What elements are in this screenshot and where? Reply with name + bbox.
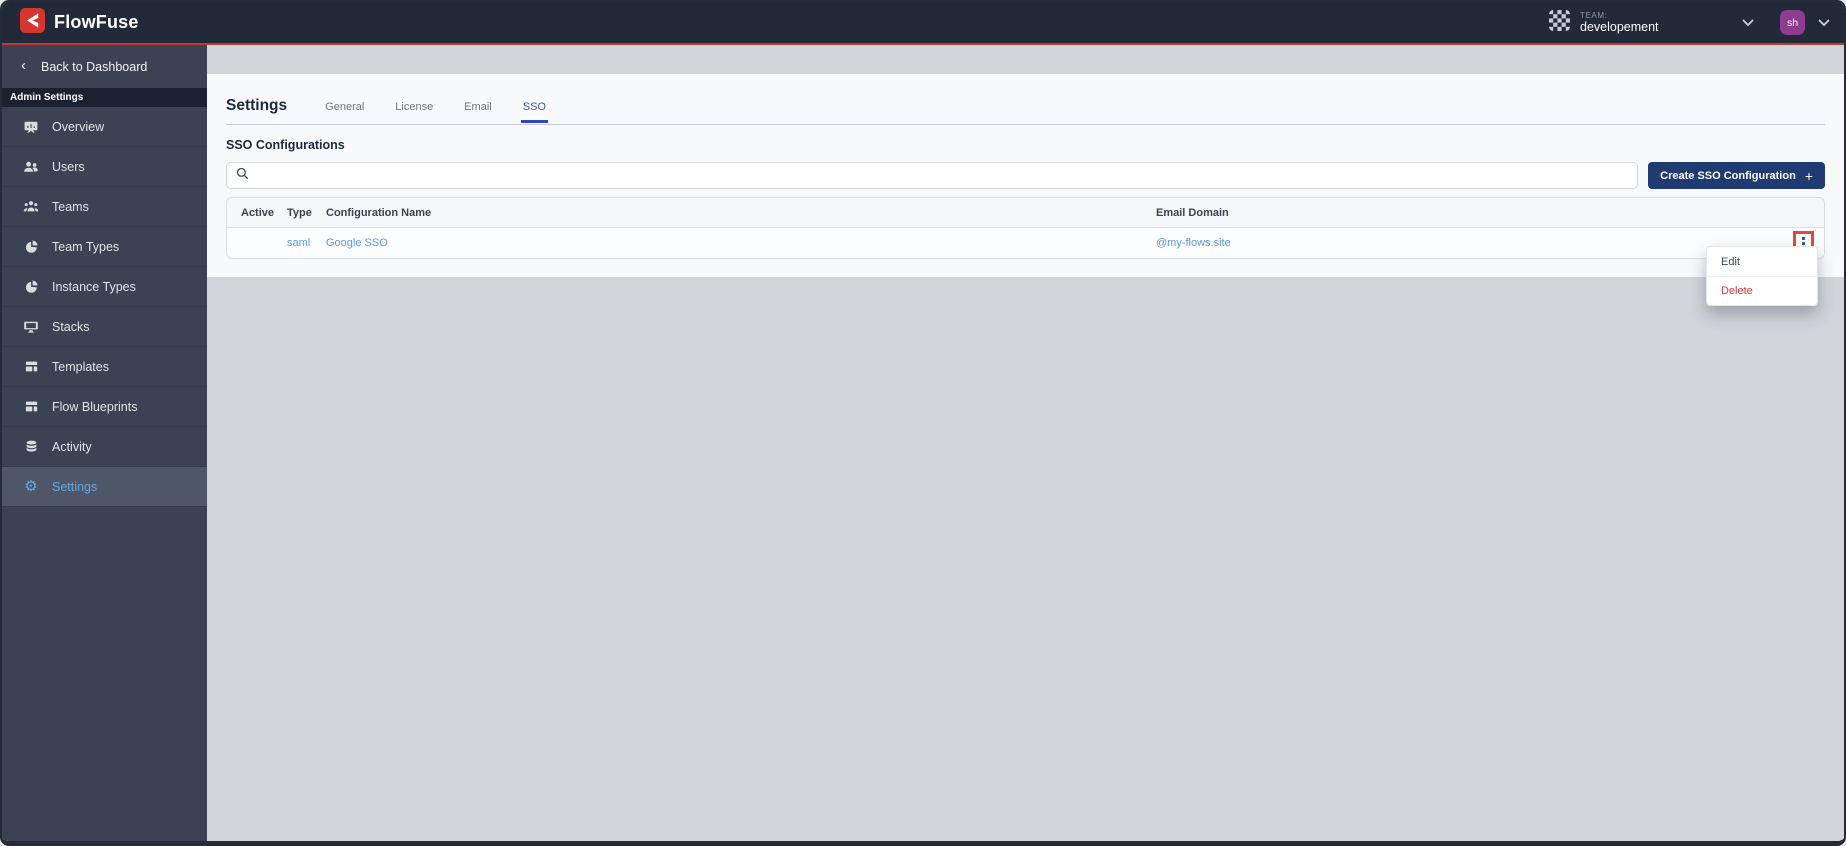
team-identicon xyxy=(1549,9,1570,36)
team-label: TEAM: xyxy=(1580,10,1608,20)
database-icon xyxy=(23,439,39,455)
sidebar-item-users[interactable]: Users xyxy=(2,147,207,187)
sidebar-item-label: Overview xyxy=(52,119,105,134)
sidebar-item-settings[interactable]: ⚙ Settings xyxy=(2,467,207,507)
tab-license[interactable]: License xyxy=(393,101,435,113)
create-sso-configuration-button[interactable]: Create SSO Configuration + xyxy=(1648,162,1825,189)
row-context-menu: Edit Delete xyxy=(1706,246,1818,306)
sidebar-section-label: Admin Settings xyxy=(2,88,207,107)
top-header: FlowFuse TEAM: developement sh xyxy=(2,2,1844,43)
desktop-icon xyxy=(23,319,39,335)
column-header-active: Active xyxy=(241,206,275,219)
chevron-down-icon xyxy=(1742,18,1754,27)
chevron-left-icon: ‹ xyxy=(21,57,26,74)
sidebar-item-label: Activity xyxy=(52,439,92,454)
table-header-row: Active Type Configuration Name Email Dom… xyxy=(227,198,1824,228)
tab-email[interactable]: Email xyxy=(462,101,494,113)
header-right: TEAM: developement sh xyxy=(1549,9,1830,36)
pie-chart-icon xyxy=(23,279,39,295)
settings-card: Settings General License Email SSO SSO C… xyxy=(207,74,1844,277)
section-title: SSO Configurations xyxy=(226,138,345,152)
chevron-down-icon xyxy=(1818,18,1830,27)
sidebar-item-instance-types[interactable]: Instance Types xyxy=(2,267,207,307)
search-input[interactable] xyxy=(256,168,1630,183)
sidebar-item-team-types[interactable]: Team Types xyxy=(2,227,207,267)
avatar: sh xyxy=(1780,10,1805,35)
flowfuse-logo-icon xyxy=(20,7,45,38)
sidebar-item-label: Stacks xyxy=(52,319,90,334)
main-area: Settings General License Email SSO SSO C… xyxy=(207,45,1844,841)
team-name: developement xyxy=(1580,19,1659,34)
sidebar-item-label: Users xyxy=(52,159,85,174)
cell-configuration-name[interactable]: Google SSO xyxy=(326,237,1156,249)
column-header-configuration-name: Configuration Name xyxy=(326,206,432,219)
brand-name: FlowFuse xyxy=(54,12,139,32)
back-to-dashboard[interactable]: ‹ Back to Dashboard xyxy=(2,45,207,88)
brand[interactable]: FlowFuse xyxy=(20,7,139,38)
tabs-row: Settings General License Email SSO xyxy=(226,97,1825,125)
column-header-email-domain: Email Domain xyxy=(1156,206,1229,219)
sidebar-item-overview[interactable]: Overview xyxy=(2,107,207,147)
gear-icon: ⚙ xyxy=(24,478,38,495)
sidebar-item-label: Team Types xyxy=(52,239,120,254)
table-row[interactable]: saml Google SSO @my-flows.site xyxy=(227,228,1824,258)
template-icon xyxy=(23,399,39,415)
column-header-type: Type xyxy=(287,206,312,219)
sso-configurations-table: Active Type Configuration Name Email Dom… xyxy=(226,197,1825,259)
sidebar-item-activity[interactable]: Activity xyxy=(2,427,207,467)
team-text: TEAM: developement xyxy=(1580,11,1659,35)
cell-type[interactable]: saml xyxy=(287,237,326,249)
tab-general[interactable]: General xyxy=(323,101,366,113)
create-button-label: Create SSO Configuration xyxy=(1660,169,1796,182)
sidebar-item-label: Templates xyxy=(52,359,109,374)
users-icon xyxy=(23,159,39,175)
search-icon xyxy=(235,166,250,186)
context-menu-edit[interactable]: Edit xyxy=(1707,247,1817,276)
sidebar-item-label: Settings xyxy=(52,479,98,494)
plus-icon: + xyxy=(1804,167,1813,184)
sidebar-item-stacks[interactable]: Stacks xyxy=(2,307,207,347)
sidebar-item-flow-blueprints[interactable]: Flow Blueprints xyxy=(2,387,207,427)
back-label: Back to Dashboard xyxy=(41,59,148,74)
user-menu[interactable]: sh xyxy=(1780,10,1830,35)
template-icon xyxy=(23,359,39,375)
sidebar-item-teams[interactable]: Teams xyxy=(2,187,207,227)
sidebar-item-templates[interactable]: Templates xyxy=(2,347,207,387)
user-group-icon xyxy=(23,199,39,215)
sidebar-item-label: Instance Types xyxy=(52,279,136,294)
presentation-chart-icon xyxy=(23,119,39,135)
team-selector[interactable]: TEAM: developement xyxy=(1549,9,1754,36)
cell-email-domain[interactable]: @my-flows.site xyxy=(1156,237,1780,249)
page-title: Settings xyxy=(226,97,288,114)
pie-chart-icon xyxy=(23,239,39,255)
sidebar-item-label: Flow Blueprints xyxy=(52,399,138,414)
sidebar-item-label: Teams xyxy=(52,199,89,214)
tab-sso[interactable]: SSO xyxy=(520,101,549,123)
context-menu-delete[interactable]: Delete xyxy=(1707,276,1817,305)
app-window: FlowFuse TEAM: developement sh ‹ Back to… xyxy=(0,0,1846,846)
toolbar: Create SSO Configuration + xyxy=(226,162,1825,189)
admin-sidebar: ‹ Back to Dashboard Admin Settings Overv… xyxy=(2,45,207,841)
search-box[interactable] xyxy=(226,162,1639,189)
